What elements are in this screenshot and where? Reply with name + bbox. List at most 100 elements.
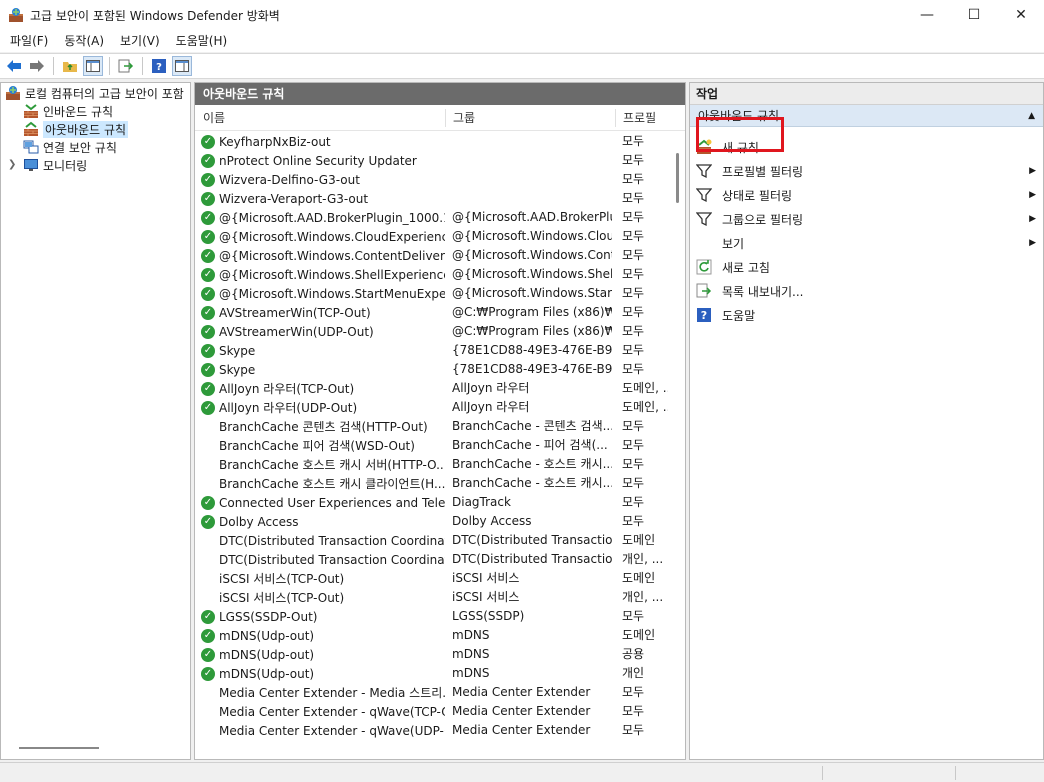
tree-item-monitoring[interactable]: 모니터링 bbox=[23, 156, 87, 174]
table-row[interactable]: ✓ mDNS(Udp-out) mDNS 도메인 bbox=[195, 626, 669, 645]
submenu-arrow-icon: ▶ bbox=[1029, 190, 1036, 200]
horizontal-scrollbar[interactable] bbox=[19, 747, 99, 749]
forward-icon[interactable] bbox=[27, 56, 47, 76]
expand-arrow-icon[interactable]: ❯ bbox=[8, 159, 16, 170]
rule-name-cell: ✓ @{Microsoft.Windows.ShellExperienceH... bbox=[201, 265, 445, 284]
table-row[interactable]: BranchCache 콘텐츠 검색(HTTP-Out) BranchCache … bbox=[195, 417, 669, 436]
table-row[interactable]: ✓ Dolby Access Dolby Access 모두 bbox=[195, 512, 669, 531]
rule-name-cell: ✓ Skype bbox=[201, 341, 445, 360]
show-hide-tree-icon[interactable] bbox=[83, 56, 103, 76]
table-row[interactable]: BranchCache 피어 검색(WSD-Out) BranchCache - … bbox=[195, 436, 669, 455]
table-row[interactable]: ✓ AVStreamerWin(UDP-Out) @C:₩Program Files… bbox=[195, 322, 669, 341]
table-row[interactable]: ✓ KeyfharpNxBiz-out 모두 bbox=[195, 132, 669, 151]
menu-view[interactable]: 보기(V) bbox=[112, 30, 168, 52]
table-row[interactable]: DTC(Distributed Transaction Coordinato..… bbox=[195, 531, 669, 550]
table-row[interactable]: Media Center Extender - qWave(UDP-O... Me… bbox=[195, 721, 669, 740]
action-item[interactable]: 프로필별 필터링 ▶ bbox=[695, 160, 1036, 182]
table-row[interactable]: ✓ @{Microsoft.AAD.BrokerPlugin_1000.18...… bbox=[195, 208, 669, 227]
tree-root-local-computer[interactable]: 로컬 컴퓨터의 고급 보안이 포함 bbox=[5, 84, 184, 102]
action-item[interactable]: 그룹으로 필터링 ▶ bbox=[695, 208, 1036, 230]
rule-group-cell: @C:₩Program Files (x86)₩... bbox=[452, 324, 612, 338]
menu-file[interactable]: 파일(F) bbox=[2, 30, 56, 52]
table-row[interactable]: ✓ LGSS(SSDP-Out) LGSS(SSDP) 모두 bbox=[195, 607, 669, 626]
table-row[interactable]: ✓ nProtect Online Security Updater 모두 bbox=[195, 151, 669, 170]
column-header-profile[interactable]: 프로필 bbox=[617, 105, 656, 131]
rule-name: Dolby Access bbox=[219, 514, 299, 529]
toolbar-separator bbox=[53, 57, 54, 75]
rule-name: Media Center Extender - qWave(UDP-O... bbox=[219, 723, 445, 738]
column-header-name[interactable]: 이름 bbox=[197, 105, 225, 131]
rule-profile-cell: 모두 bbox=[622, 229, 645, 243]
disabled-blank-icon bbox=[201, 458, 215, 472]
export-list-icon[interactable] bbox=[116, 56, 136, 76]
table-row[interactable]: iSCSI 서비스(TCP-Out) iSCSI 서비스 도메인 bbox=[195, 569, 669, 588]
table-row[interactable]: iSCSI 서비스(TCP-Out) iSCSI 서비스 개인, ... bbox=[195, 588, 669, 607]
help-icon[interactable]: ? bbox=[149, 56, 169, 76]
table-row[interactable]: ✓ Skype {78E1CD88-49E3-476E-B9... 모두 bbox=[195, 341, 669, 360]
action-item[interactable]: 보기 ▶ bbox=[696, 232, 1036, 254]
rule-profile-cell: 모두 bbox=[622, 362, 645, 376]
table-row[interactable]: ✓ Skype {78E1CD88-49E3-476E-B9... 모두 bbox=[195, 360, 669, 379]
show-action-pane-icon[interactable] bbox=[172, 56, 192, 76]
status-divider bbox=[955, 766, 956, 780]
table-row[interactable]: ✓ @{Microsoft.Windows.ContentDelivery... @… bbox=[195, 246, 669, 265]
collapse-icon[interactable]: ▲ bbox=[1028, 105, 1035, 127]
table-row[interactable]: ✓ mDNS(Udp-out) mDNS 개인 bbox=[195, 664, 669, 683]
rule-group-cell: Media Center Extender bbox=[452, 723, 591, 737]
rule-name-cell: iSCSI 서비스(TCP-Out) bbox=[201, 588, 445, 607]
close-button[interactable]: ✕ bbox=[998, 0, 1044, 30]
blank-icon bbox=[696, 235, 712, 251]
table-row[interactable]: Media Center Extender - qWave(TCP-Out) Me… bbox=[195, 702, 669, 721]
minimize-button[interactable]: — bbox=[904, 0, 950, 30]
action-item[interactable]: 목록 내보내기... bbox=[696, 280, 1036, 302]
table-row[interactable]: ✓ @{Microsoft.Windows.StartMenuExperie...… bbox=[195, 284, 669, 303]
action-item[interactable]: 새로 고침 bbox=[696, 256, 1036, 278]
table-row[interactable]: ✓ AllJoyn 라우터(UDP-Out) AllJoyn 라우터 도메인, ... bbox=[195, 398, 669, 417]
rule-profile-cell: 모두 bbox=[622, 248, 645, 262]
table-row[interactable]: ✓ Wizvera-Delfino-G3-out 모두 bbox=[195, 170, 669, 189]
table-row[interactable]: Media Center Extender - Media 스트리... Medi… bbox=[195, 683, 669, 702]
action-item[interactable]: ? 도움말 bbox=[696, 304, 1036, 326]
action-item[interactable]: 상태로 필터링 ▶ bbox=[695, 184, 1036, 206]
enabled-check-icon: ✓ bbox=[201, 343, 215, 358]
submenu-arrow-icon: ▶ bbox=[1029, 238, 1036, 248]
enabled-check-icon: ✓ bbox=[201, 248, 215, 263]
enabled-check-icon: ✓ bbox=[201, 666, 215, 681]
rule-profile-cell: 모두 bbox=[622, 457, 645, 471]
menu-help[interactable]: 도움말(H) bbox=[168, 30, 236, 52]
table-row[interactable]: ✓ @{Microsoft.Windows.ShellExperienceH...… bbox=[195, 265, 669, 284]
table-row[interactable]: ✓ AVStreamerWin(TCP-Out) @C:₩Program Files… bbox=[195, 303, 669, 322]
back-icon[interactable] bbox=[4, 56, 24, 76]
filter-icon bbox=[695, 163, 713, 179]
disabled-blank-icon bbox=[201, 572, 215, 586]
table-row[interactable]: ✓ @{Microsoft.Windows.CloudExperience... @… bbox=[195, 227, 669, 246]
column-divider bbox=[445, 109, 446, 127]
rule-name-cell: DTC(Distributed Transaction Coordinato..… bbox=[201, 531, 445, 550]
tree-item-connection-security-rules[interactable]: 연결 보안 규칙 bbox=[23, 138, 117, 156]
toolbar: ? bbox=[0, 53, 1044, 79]
rule-name: mDNS(Udp-out) bbox=[219, 628, 315, 643]
up-folder-icon[interactable] bbox=[60, 56, 80, 76]
monitoring-icon bbox=[23, 157, 39, 173]
rule-name-cell: ✓ AVStreamerWin(TCP-Out) bbox=[201, 303, 445, 322]
rule-profile-cell: 모두 bbox=[622, 153, 645, 167]
table-row[interactable]: BranchCache 호스트 캐시 서버(HTTP-O... BranchCac… bbox=[195, 455, 669, 474]
column-header-group[interactable]: 그룹 bbox=[447, 105, 475, 131]
table-row[interactable]: ✓ mDNS(Udp-out) mDNS 공용 bbox=[195, 645, 669, 664]
disabled-blank-icon bbox=[201, 477, 215, 491]
table-row[interactable]: DTC(Distributed Transaction Coordinato..… bbox=[195, 550, 669, 569]
table-row[interactable]: ✓ AllJoyn 라우터(TCP-Out) AllJoyn 라우터 도메인, ... bbox=[195, 379, 669, 398]
maximize-button[interactable]: ☐ bbox=[951, 0, 997, 30]
table-row[interactable]: BranchCache 호스트 캐시 클라이언트(H... BranchCache… bbox=[195, 474, 669, 493]
tree-item-inbound-rules[interactable]: 인바운드 규칙 bbox=[23, 102, 113, 120]
rule-group-cell: BranchCache - 호스트 캐시... bbox=[452, 476, 612, 490]
vertical-scrollbar[interactable] bbox=[676, 153, 679, 203]
rule-name: iSCSI 서비스(TCP-Out) bbox=[219, 572, 345, 586]
rule-profile-cell: 모두 bbox=[622, 191, 645, 205]
table-row[interactable]: ✓ Wizvera-Veraport-G3-out 모두 bbox=[195, 189, 669, 208]
rule-name-cell: ✓ AVStreamerWin(UDP-Out) bbox=[201, 322, 445, 341]
menu-action[interactable]: 동작(A) bbox=[56, 30, 112, 52]
help-icon: ? bbox=[696, 307, 712, 323]
tree-item-outbound-rules[interactable]: 아웃바운드 규칙 bbox=[23, 120, 129, 138]
table-row[interactable]: ✓ Connected User Experiences and Teleme..… bbox=[195, 493, 669, 512]
